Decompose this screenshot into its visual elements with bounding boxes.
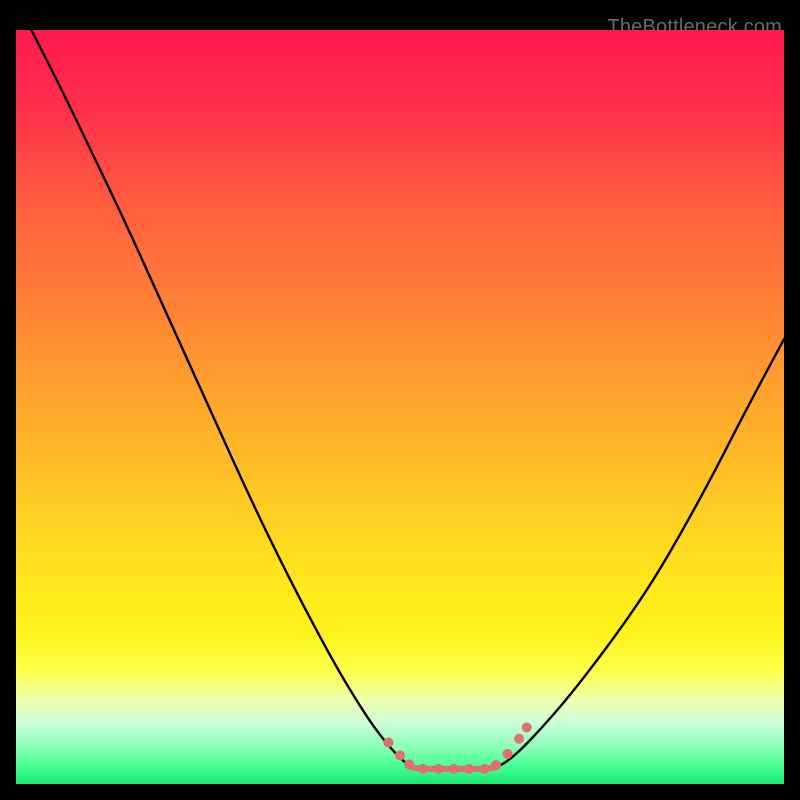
data-point-10: [514, 734, 524, 744]
data-point-9: [503, 749, 513, 759]
data-point-8: [491, 760, 501, 770]
chart-svg: [16, 30, 784, 784]
data-point-1: [395, 750, 405, 760]
data-point-5: [449, 764, 459, 774]
data-point-3: [418, 764, 428, 774]
plot-area: [16, 30, 784, 784]
gradient-background: [16, 30, 784, 784]
chart-frame: TheBottleneck.com: [16, 16, 784, 784]
data-point-4: [433, 764, 443, 774]
data-point-0: [383, 738, 393, 748]
data-point-7: [479, 764, 489, 774]
data-point-2: [404, 759, 414, 769]
data-point-11: [522, 722, 532, 732]
data-point-6: [464, 764, 474, 774]
